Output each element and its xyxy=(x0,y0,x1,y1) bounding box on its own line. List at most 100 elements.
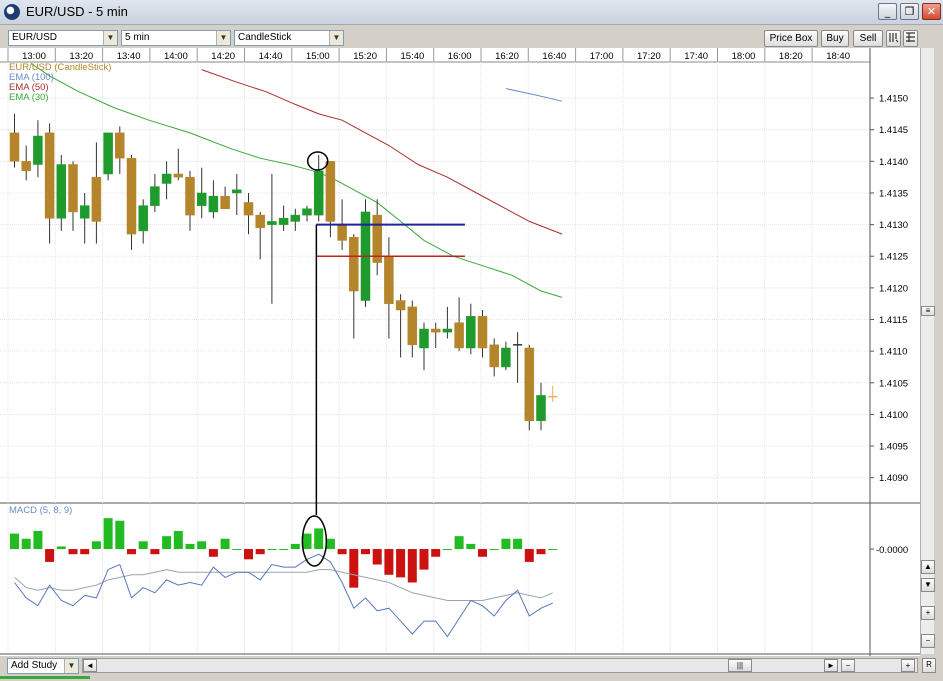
candle xyxy=(9,113,20,168)
add-study-select[interactable]: Add Study ▼ xyxy=(7,658,79,674)
time-tick-label: 14:40 xyxy=(259,51,283,62)
price-tick-label: 1.4120 xyxy=(879,283,908,294)
price-tick-label: 1.4115 xyxy=(879,315,907,326)
chevron-down-icon[interactable]: ▼ xyxy=(329,31,343,45)
chart-settings-icon[interactable] xyxy=(903,30,918,47)
candle-body xyxy=(278,218,289,225)
zoom-out-button[interactable]: − xyxy=(841,659,855,672)
macd-histogram-bar xyxy=(185,543,195,550)
macd-histogram-bar xyxy=(33,531,43,550)
draw-tools-icon[interactable] xyxy=(886,30,901,47)
chart-type-select-value: CandleStick xyxy=(238,32,292,43)
macd-histogram-bar xyxy=(127,549,136,555)
macd-histogram-bar xyxy=(10,533,19,550)
macd-histogram-bar xyxy=(501,538,511,550)
time-scroll-thumb[interactable]: ||| xyxy=(728,659,752,672)
candle-body xyxy=(489,344,499,368)
buy-button[interactable]: Buy xyxy=(821,30,849,47)
scroll-up-button[interactable]: ▲ xyxy=(921,560,935,574)
pane-zoom-out-button[interactable]: − xyxy=(921,634,935,648)
time-scrollbar[interactable]: ◄ ||| ► − + xyxy=(82,658,918,673)
price-scrollbar[interactable]: ▲ ≡ ▼ + − xyxy=(920,48,935,654)
scroll-down-button[interactable]: ▼ xyxy=(921,578,935,592)
scroll-left-button[interactable]: ◄ xyxy=(83,659,97,672)
time-axis xyxy=(0,48,870,63)
candle-body xyxy=(232,189,242,194)
candle xyxy=(360,199,371,307)
chart-type-select[interactable]: CandleStick ▼ xyxy=(234,30,344,46)
candle xyxy=(419,322,429,371)
close-button[interactable]: ✕ xyxy=(922,3,941,20)
macd-histogram-bar xyxy=(548,549,558,551)
time-tick-label: 17:20 xyxy=(637,51,661,62)
candle-body xyxy=(267,221,277,225)
candle xyxy=(196,167,207,219)
candle-body xyxy=(384,255,394,304)
candle xyxy=(290,208,301,231)
chevron-down-icon[interactable]: ▼ xyxy=(216,31,230,45)
candle-body xyxy=(68,164,78,213)
candle xyxy=(325,161,336,238)
macd-histogram-bar xyxy=(279,549,289,551)
candle-body xyxy=(115,132,125,159)
symbol-select[interactable]: EUR/USD ▼ xyxy=(8,30,118,46)
candle xyxy=(232,173,242,216)
candle xyxy=(33,120,43,178)
macd-histogram-bar xyxy=(162,536,172,550)
candle-body xyxy=(196,192,207,206)
candle-body xyxy=(185,176,195,216)
chevron-down-icon[interactable]: ▼ xyxy=(64,659,78,673)
macd-histogram-bar xyxy=(103,518,113,550)
macd-line xyxy=(14,553,553,638)
macd-histogram-bar xyxy=(290,543,300,550)
candlestick-chart[interactable]: 13:00 13:20 13:40 14:00 14:20 14:40 15:00 15:20… xyxy=(0,0,943,681)
sell-button[interactable]: Sell xyxy=(853,30,883,47)
candle xyxy=(44,123,55,244)
price-box-button[interactable]: Price Box xyxy=(764,30,818,47)
macd-histogram-bar xyxy=(524,549,534,562)
zoom-in-button[interactable]: + xyxy=(901,659,915,672)
candle xyxy=(524,344,535,431)
macd-histogram-bar xyxy=(489,549,499,551)
candle xyxy=(185,170,195,231)
candle xyxy=(103,132,113,181)
macd-histogram-bar xyxy=(513,538,523,550)
title-bar: EUR/USD - 5 min _ ❐ ✕ xyxy=(0,0,943,25)
candle-body xyxy=(360,211,371,301)
candle-body xyxy=(430,328,441,333)
pane-zoom-in-button[interactable]: + xyxy=(921,606,935,620)
macd-histogram-bar xyxy=(384,549,394,575)
scroll-right-button[interactable]: ► xyxy=(824,659,838,672)
time-tick-label: 14:20 xyxy=(211,51,235,62)
candle xyxy=(407,300,418,358)
macd-histogram-bar xyxy=(478,549,487,557)
minimize-button[interactable]: _ xyxy=(878,3,897,20)
price-scroll-thumb[interactable]: ≡ xyxy=(921,306,935,316)
reset-button[interactable]: R xyxy=(922,658,936,673)
macd-legend-label: MACD (5, 8, 9) xyxy=(9,505,72,516)
macd-histogram-bar xyxy=(536,549,546,555)
chevron-down-icon[interactable]: ▼ xyxy=(103,31,117,45)
candle-body xyxy=(325,161,336,222)
macd-histogram-bar xyxy=(150,549,160,555)
price-tick-label: 1.4100 xyxy=(879,410,908,421)
price-tick-label: 1.4110 xyxy=(879,347,907,358)
price-tick-label: 1.4150 xyxy=(879,94,908,105)
period-select[interactable]: 5 min ▼ xyxy=(121,30,231,46)
macd-histogram-bar xyxy=(255,549,265,555)
candle xyxy=(173,148,184,181)
candle xyxy=(313,155,324,222)
price-tick-label: 1.4135 xyxy=(879,188,908,199)
candle-body xyxy=(220,195,230,210)
candle xyxy=(91,142,102,244)
time-tick-label: 16:00 xyxy=(448,51,472,62)
macd-histogram-bar xyxy=(361,549,370,555)
candle xyxy=(115,126,125,174)
candle xyxy=(501,341,511,371)
candle xyxy=(430,322,441,348)
candle-body xyxy=(126,157,137,235)
add-study-label: Add Study xyxy=(11,660,58,671)
restore-button[interactable]: ❐ xyxy=(900,3,919,20)
candle-body xyxy=(337,224,347,241)
candle-body xyxy=(150,186,160,206)
